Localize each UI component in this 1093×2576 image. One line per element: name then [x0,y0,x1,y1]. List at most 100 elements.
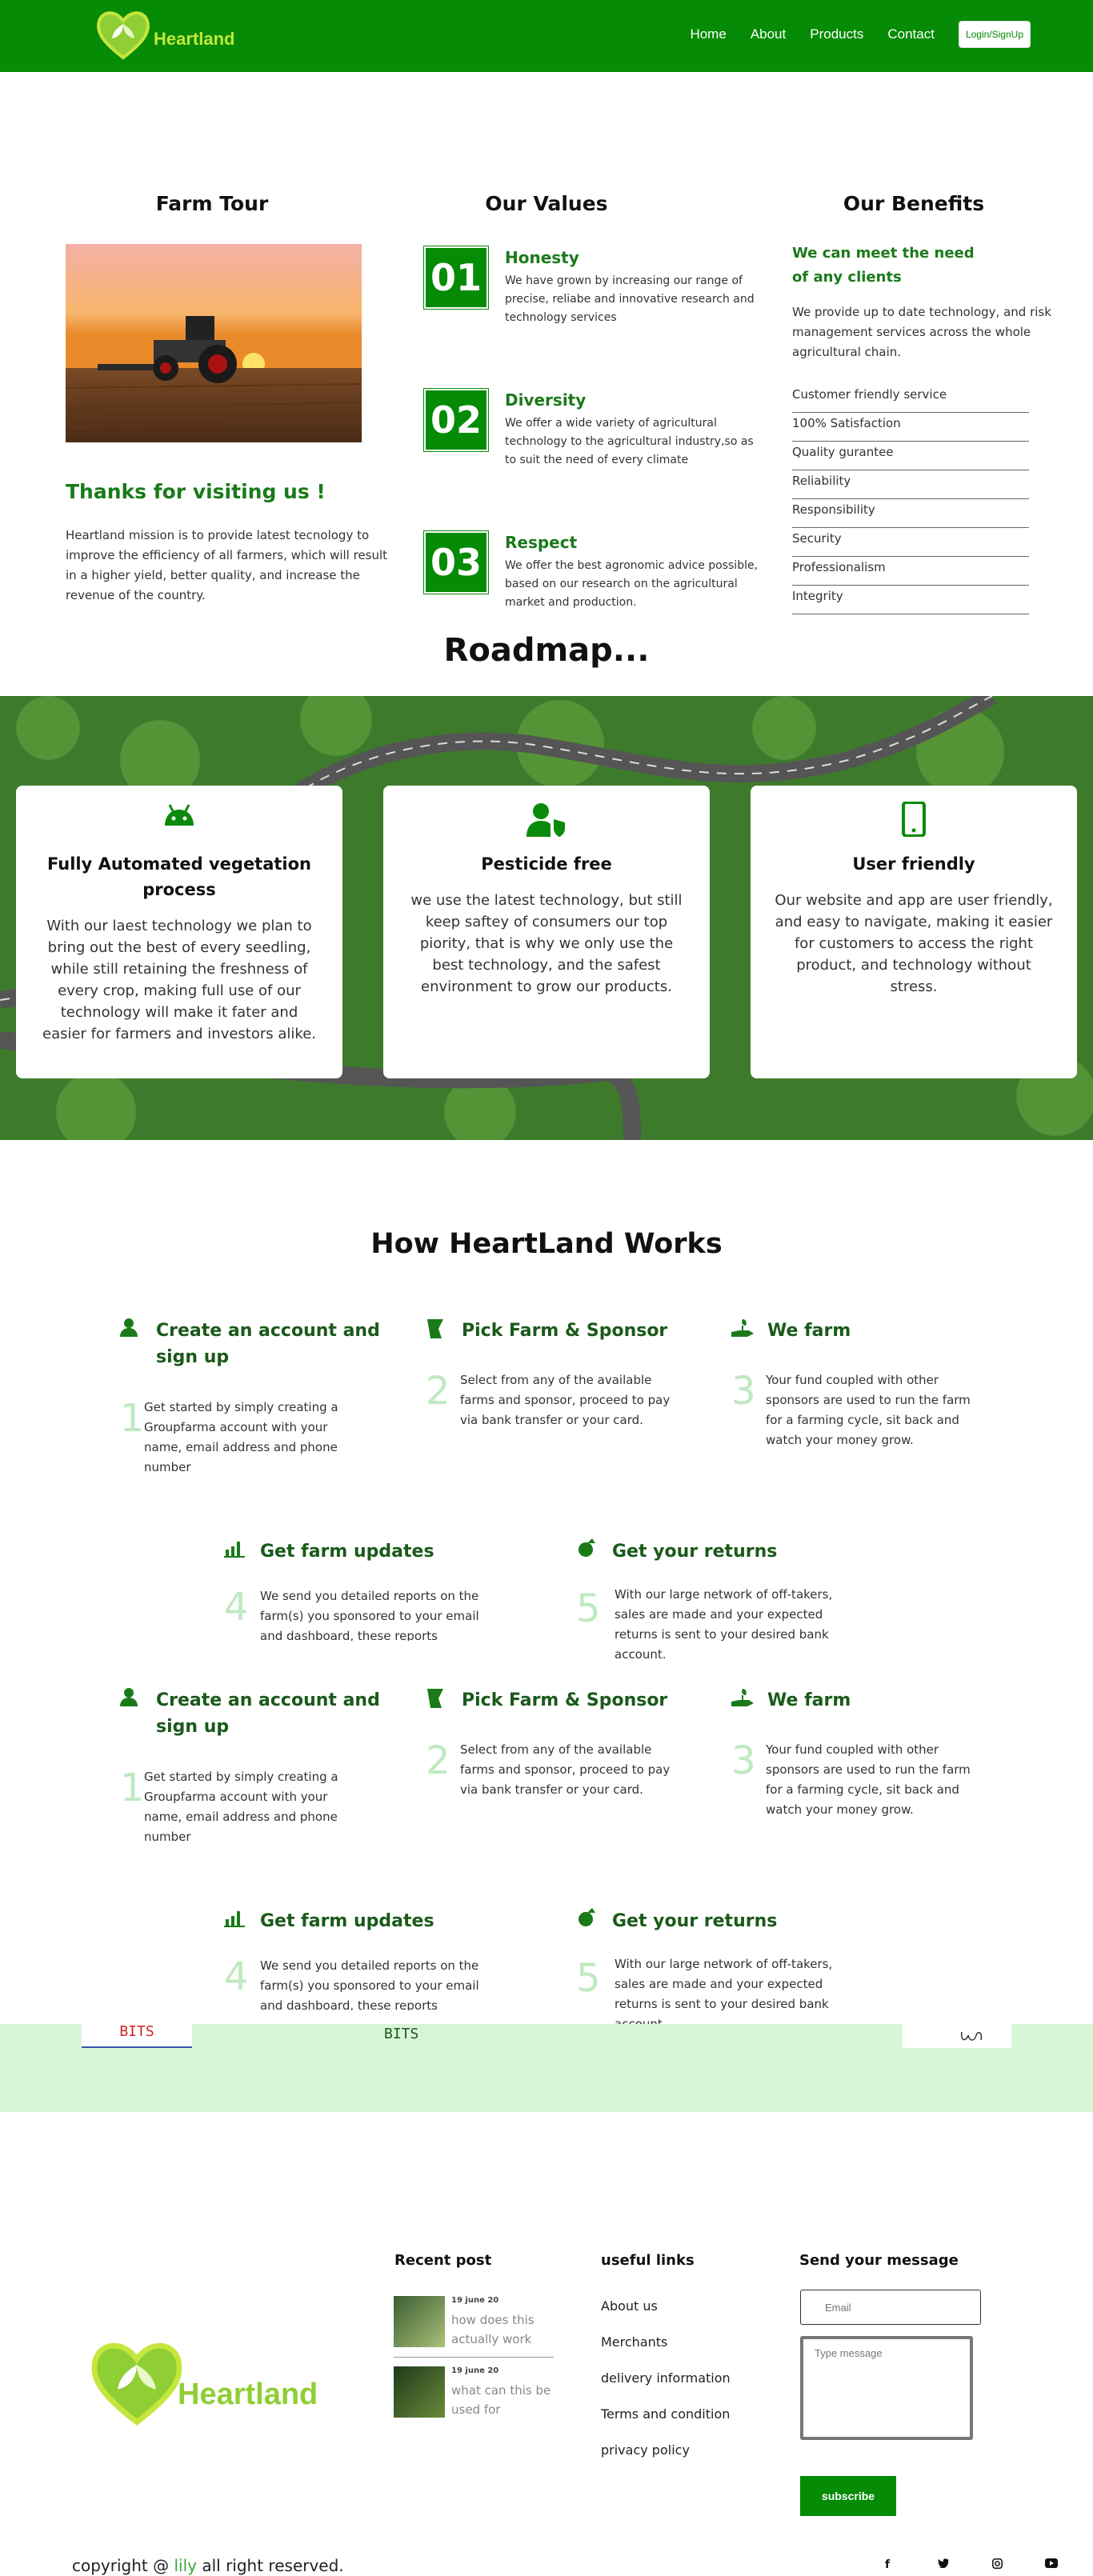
roadmap-card-title: Pesticide free [481,854,612,874]
recent-post-item[interactable]: 19 june 20 what can this be used for [394,2366,554,2430]
benefit-item: Security [792,528,1029,557]
step-number: 3 [731,1369,756,1414]
value-item: 03 Respect We offer the best agronomic a… [424,531,768,619]
value-title: Respect [505,533,578,552]
step-item: Create an account and sign up 1 Get star… [120,1318,392,1474]
roadmap-section: Fully Automated vegetation process With … [0,696,1093,1140]
benefit-item: Professionalism [792,557,1029,586]
nav-menu: Home About Products Contact Login/SignUp [690,21,1031,48]
email-field[interactable] [800,2290,981,2325]
step-text: Select from any of the available farms a… [460,1373,671,1427]
facebook-icon[interactable]: f [885,2558,890,2571]
chart-bars-icon [224,1911,245,1927]
step-title: Pick Farm & Sponsor [462,1690,668,1710]
partner-logo [903,2024,1011,2048]
farm-sack-icon [427,1319,443,1338]
footer-link-merchants[interactable]: Merchants [601,2334,667,2350]
benefits-list: Customer friendly service 100% Satisfact… [792,384,1029,614]
signature-logo-icon [960,2031,983,2041]
post-date: 19 june 20 [451,2366,499,2375]
benefit-item: Reliability [792,470,1029,499]
subscribe-button[interactable]: subscribe [800,2476,896,2516]
nav-products-link[interactable]: Products [810,26,863,42]
value-number: 02 [424,389,488,451]
step-number: 1 [120,1396,145,1441]
footer-logo-text: Heartland [178,2377,318,2411]
nav-contact-link[interactable]: Contact [887,26,935,42]
user-icon [120,1318,138,1337]
benefit-item: Customer friendly service [792,384,1029,413]
message-textarea[interactable] [800,2336,973,2440]
about-section: Farm Tour Thanks for visiting us ! Heart… [0,72,1093,614]
step-number: 2 [426,1738,450,1783]
login-signup-button[interactable]: Login/SignUp [958,21,1031,48]
tractor-sunset-image [66,244,362,442]
step-number: 5 [576,1586,601,1631]
useful-links-title: useful links [601,2252,695,2269]
step-text: Get started by simply creating a Groupfa… [144,1770,338,1844]
logo[interactable]: Heartland [94,6,234,62]
roadmap-card: Fully Automated vegetation process With … [16,786,342,1078]
footer-logo[interactable]: Heartland [85,2334,318,2430]
step-text: Select from any of the available farms a… [460,1742,671,1797]
benefit-item: 100% Satisfaction [792,413,1029,442]
nav-about-link[interactable]: About [751,26,786,42]
our-benefits-title: Our Benefits [843,192,985,215]
roadmap-card-title: User friendly [852,854,975,874]
step-number: 4 [224,1585,249,1630]
footer-link-delivery[interactable]: delivery information [601,2370,731,2386]
step-item: Pick Farm & Sponsor 2 Select from any of… [426,1318,698,1470]
step-title: Get farm updates [260,1911,434,1931]
benefits-heading: We can meet the need of any clients [792,245,975,286]
youtube-icon[interactable] [1045,2558,1058,2571]
step-item: Create an account and sign up 1 Get star… [120,1687,392,1844]
user-icon [120,1688,138,1706]
heart-leaf-logo-icon [91,2342,182,2426]
top-navbar: Heartland Home About Products Contact Lo… [0,0,1093,72]
roadmap-card-text: With our laest technology we plan to bri… [42,918,316,1042]
step-title: Get farm updates [260,1542,434,1562]
mobile-phone-icon [775,802,1053,837]
step-title: We farm [767,1690,851,1710]
hand-seedling-icon [731,1319,754,1337]
partners-band: BITS BITS [0,2024,1093,2112]
recent-post-item[interactable]: 19 june 20 how does this actually work [394,2296,554,2360]
step-text: With our large network of off-takers, sa… [615,1587,833,1662]
money-bag-icon [579,1538,595,1557]
instagram-icon[interactable] [992,2558,1003,2572]
footer-link-privacy[interactable]: privacy policy [601,2442,690,2458]
footer-link-terms[interactable]: Terms and condition [601,2406,730,2422]
copyright-prefix: copyright @ [72,2556,170,2575]
benefits-text: We provide up to date technology, and ri… [792,305,1051,359]
twitter-icon[interactable] [938,2558,949,2571]
value-text: We offer the best agronomic advice possi… [505,559,759,609]
how-it-works-title: How HeartLand Works [370,1228,723,1260]
post-text[interactable]: how does this actually work [451,2310,555,2349]
roadmap-card: User friendly Our website and app are us… [751,786,1077,1078]
value-number: 03 [424,531,488,594]
roadmap-card-text: we use the latest technology, but still … [410,892,683,995]
step-title: We farm [767,1321,851,1341]
step-item: Get your returns 5 With our large networ… [576,1908,848,2024]
copyright-name[interactable]: lily [174,2556,197,2575]
step-number: 5 [576,1956,601,2001]
value-text: We offer a wide variety of agricultural … [505,417,754,466]
step-number: 1 [120,1766,145,1810]
step-item: 4 We send you detailed reports on the fa… [224,1954,496,2010]
money-bag-icon [579,1908,595,1926]
step-title: Pick Farm & Sponsor [462,1321,668,1341]
nav-home-link[interactable]: Home [690,26,726,42]
step-text: We send you detailed reports on the farm… [260,1958,479,2010]
hand-seedling-icon [731,1689,754,1706]
post-text[interactable]: what can this be used for [451,2381,555,2419]
step-title: Get your returns [612,1911,778,1931]
mission-text: Heartland mission is to provide latest t… [66,528,388,602]
roadmap-card: Pesticide free we use the latest technol… [383,786,710,1078]
value-number: 01 [424,246,488,309]
send-message-title: Send your message [799,2252,959,2269]
our-values-title: Our Values [485,192,608,215]
step-number: 2 [426,1369,450,1414]
step-title: Get your returns [612,1542,778,1562]
footer-link-about-us[interactable]: About us [601,2298,658,2314]
roadmap-card-title: Fully Automated vegetation process [46,854,312,899]
